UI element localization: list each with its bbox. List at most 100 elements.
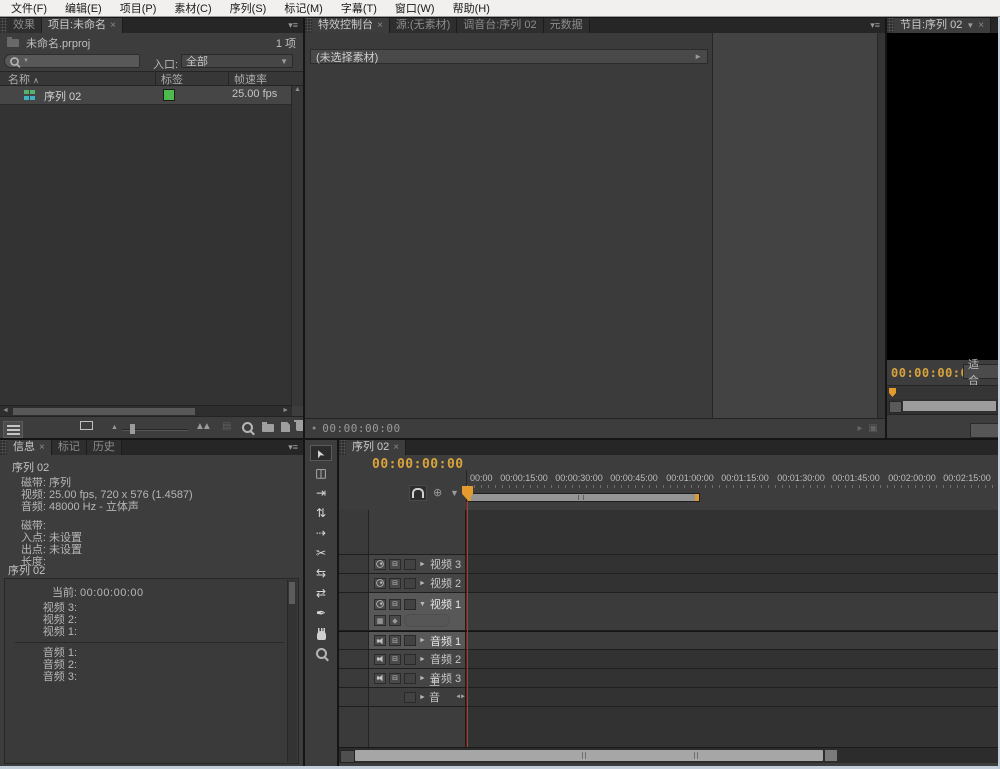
fit-dropdown[interactable]: 适合 ▼	[963, 364, 998, 379]
close-icon[interactable]: ×	[393, 440, 399, 455]
scrollbar-grip[interactable]	[582, 752, 586, 759]
chevron-down-icon[interactable]: ▼	[966, 18, 974, 33]
tab-effects[interactable]: 效果	[7, 18, 42, 33]
track-lane[interactable]	[466, 650, 998, 668]
column-label[interactable]: 标签	[155, 71, 228, 87]
track-header-audio-3[interactable]: ⊟ ► 音频 3	[369, 669, 466, 687]
table-row-sequence-02[interactable]: 序列 02 25.00 fps	[0, 86, 292, 105]
search-input[interactable]: ▼	[4, 54, 140, 68]
play-icon[interactable]: ▸	[858, 423, 863, 434]
rate-stretch-tool[interactable]: ⇢	[310, 525, 332, 541]
new-bin-icon[interactable]	[262, 423, 274, 435]
automate-to-sequence-icon[interactable]: ▤	[222, 421, 231, 432]
menu-clip[interactable]: 素材(C)	[165, 0, 220, 16]
tab-project[interactable]: 项目:未命名 ×	[42, 18, 123, 33]
scrollbar-thumb[interactable]	[903, 401, 996, 411]
trash-icon[interactable]	[296, 422, 303, 434]
program-video-area[interactable]	[887, 33, 998, 360]
track-lock-icon[interactable]	[404, 578, 416, 589]
menu-help[interactable]: 帮助(H)	[444, 0, 499, 16]
scrollbar-box[interactable]	[340, 750, 355, 763]
vertical-scrollbar[interactable]: ▲	[291, 86, 303, 406]
collapse-arrow-icon[interactable]: ►	[419, 580, 427, 587]
collapse-arrow-icon[interactable]: ►	[419, 656, 427, 663]
menu-file[interactable]: 文件(F)	[2, 0, 56, 16]
track-select-tool[interactable]: ◫	[310, 465, 332, 481]
collapse-arrow-icon[interactable]: ►	[694, 52, 702, 61]
razor-tool[interactable]: ✂	[310, 545, 332, 561]
keyframe-nav-icon[interactable]: ◄►	[455, 694, 465, 700]
panel-grip[interactable]	[0, 18, 7, 33]
track-header-audio-2[interactable]: ⊟ ► 音频 2	[369, 650, 466, 668]
program-footer-button[interactable]	[970, 423, 998, 438]
close-icon[interactable]: ×	[110, 18, 116, 33]
tab-info[interactable]: 信息 ×	[7, 440, 52, 455]
track-lane[interactable]	[466, 555, 998, 573]
timeline-timecode[interactable]: 00:00:00:00	[372, 457, 464, 472]
track-gutter[interactable]	[339, 632, 369, 649]
close-icon[interactable]: ×	[377, 18, 383, 33]
toggle-track-output-icon[interactable]	[374, 599, 386, 610]
tab-sequence-02[interactable]: 序列 02 ×	[346, 440, 406, 455]
panel-menu-icon[interactable]: ▾≡	[865, 18, 885, 33]
info-scrollbar[interactable]	[287, 580, 297, 762]
rolling-edit-tool[interactable]: ⇅	[310, 505, 332, 521]
panel-menu-icon[interactable]: ▾≡	[283, 18, 303, 33]
scroll-up-icon[interactable]: ▲	[294, 86, 301, 93]
toggle-track-output-icon[interactable]	[374, 635, 386, 646]
track-header-audio-1[interactable]: ⊟ ► 音频 1	[369, 632, 466, 649]
menu-title[interactable]: 字幕(T)	[332, 0, 386, 16]
track-lane[interactable]	[466, 593, 998, 630]
track-lock-icon[interactable]	[404, 635, 416, 646]
collapse-arrow-icon[interactable]: ►	[419, 561, 427, 568]
panel-grip[interactable]	[339, 440, 346, 455]
find-icon[interactable]	[242, 422, 253, 436]
slip-tool[interactable]: ⇆	[310, 565, 332, 581]
menu-project[interactable]: 项目(P)	[111, 0, 166, 16]
track-gutter[interactable]	[339, 669, 369, 687]
close-icon[interactable]: ×	[39, 440, 45, 455]
scrollbar-thumb[interactable]	[13, 408, 195, 415]
track-header-video-1[interactable]: ⊟ ▼ 视频 1 ▦ ◆	[369, 593, 466, 630]
toggle-track-output-icon[interactable]	[374, 559, 386, 570]
work-area-grip[interactable]	[578, 495, 584, 500]
scrollbar-thumb[interactable]	[289, 582, 295, 604]
icon-view-button[interactable]	[80, 421, 93, 433]
scroll-right-icon[interactable]: ►	[282, 407, 289, 414]
track-lane[interactable]	[466, 669, 998, 687]
work-area-bar[interactable]	[466, 493, 700, 502]
zoom-in-thumb-icon[interactable]: ▲▲	[195, 421, 209, 432]
tab-audio-mixer[interactable]: 调音台:序列 02	[457, 18, 543, 33]
hand-tool[interactable]	[310, 625, 332, 641]
track-header-master[interactable]: ► 主音轨 ◄►	[369, 688, 466, 706]
set-display-style-icon[interactable]: ▦	[374, 615, 386, 626]
track-header-video-3[interactable]: ⊟ ► 视频 3	[369, 555, 466, 573]
tab-effect-controls[interactable]: 特效控制台 ×	[312, 18, 390, 33]
collapse-arrow-icon[interactable]: ►	[419, 694, 426, 701]
panel-grip[interactable]	[0, 440, 7, 455]
slider-knob[interactable]	[130, 424, 135, 434]
chevron-down-icon[interactable]: ▼	[23, 58, 29, 64]
panel-grip[interactable]	[305, 18, 312, 33]
zoom-out-thumb-icon[interactable]: ▲	[111, 424, 118, 431]
time-ruler[interactable]: 00:00 00:00:15:00 00:00:30:00 00:00:45:0…	[466, 470, 998, 488]
scrollbar-thumb[interactable]	[355, 750, 823, 761]
selection-tool[interactable]: ➤	[310, 445, 332, 461]
track-gutter[interactable]	[339, 593, 369, 630]
slide-tool[interactable]: ⇄	[310, 585, 332, 601]
scrollbar-grip[interactable]	[694, 752, 698, 759]
menu-marker[interactable]: 标记(M)	[275, 0, 332, 16]
track-lock-icon[interactable]	[404, 559, 416, 570]
effect-controls-timecode[interactable]: 00:00:00:00	[322, 422, 400, 435]
scroll-left-icon[interactable]: ◄	[2, 407, 9, 414]
scrollbar-end-box[interactable]	[825, 750, 837, 761]
keyframe-mode-pill[interactable]	[404, 614, 450, 627]
toggle-track-output-icon[interactable]	[374, 673, 386, 684]
toggle-track-output-icon[interactable]	[374, 578, 386, 589]
set-marker-icon[interactable]: ▼	[450, 488, 459, 498]
track-lock-icon[interactable]	[404, 654, 416, 665]
expand-arrow-icon[interactable]: ▼	[419, 601, 427, 608]
label-color-chip[interactable]	[163, 89, 175, 101]
new-item-icon[interactable]	[281, 422, 290, 435]
playhead-marker-icon[interactable]	[889, 388, 896, 397]
